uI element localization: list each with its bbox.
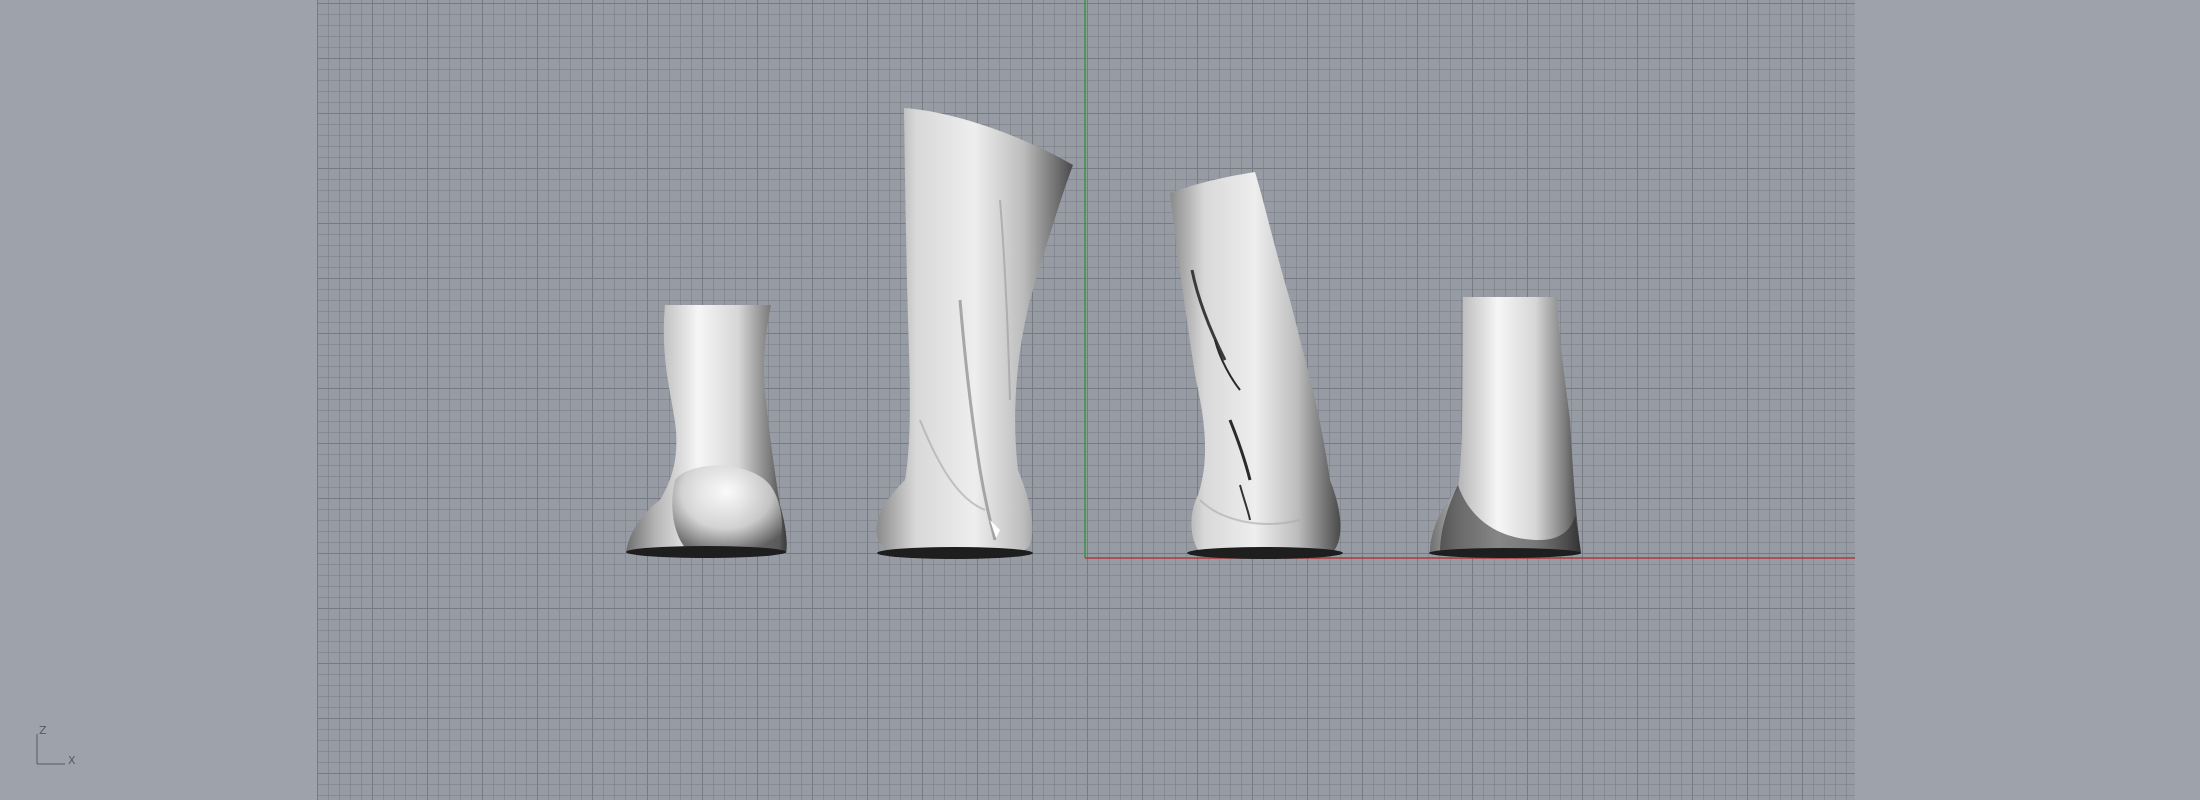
3d-viewport[interactable]: Z X — [0, 0, 2200, 800]
scene-canvas[interactable] — [0, 0, 2200, 800]
axis-label-x: X — [68, 754, 76, 767]
axis-label-z: Z — [39, 724, 47, 737]
leg-model-2[interactable] — [876, 108, 1073, 559]
foot-model-1[interactable] — [626, 305, 787, 558]
leg-model-3[interactable] — [1170, 172, 1343, 559]
axis-indicator-lines — [36, 734, 65, 765]
foot-model-4[interactable] — [1429, 297, 1581, 558]
axis-indicator: Z X — [28, 720, 88, 770]
